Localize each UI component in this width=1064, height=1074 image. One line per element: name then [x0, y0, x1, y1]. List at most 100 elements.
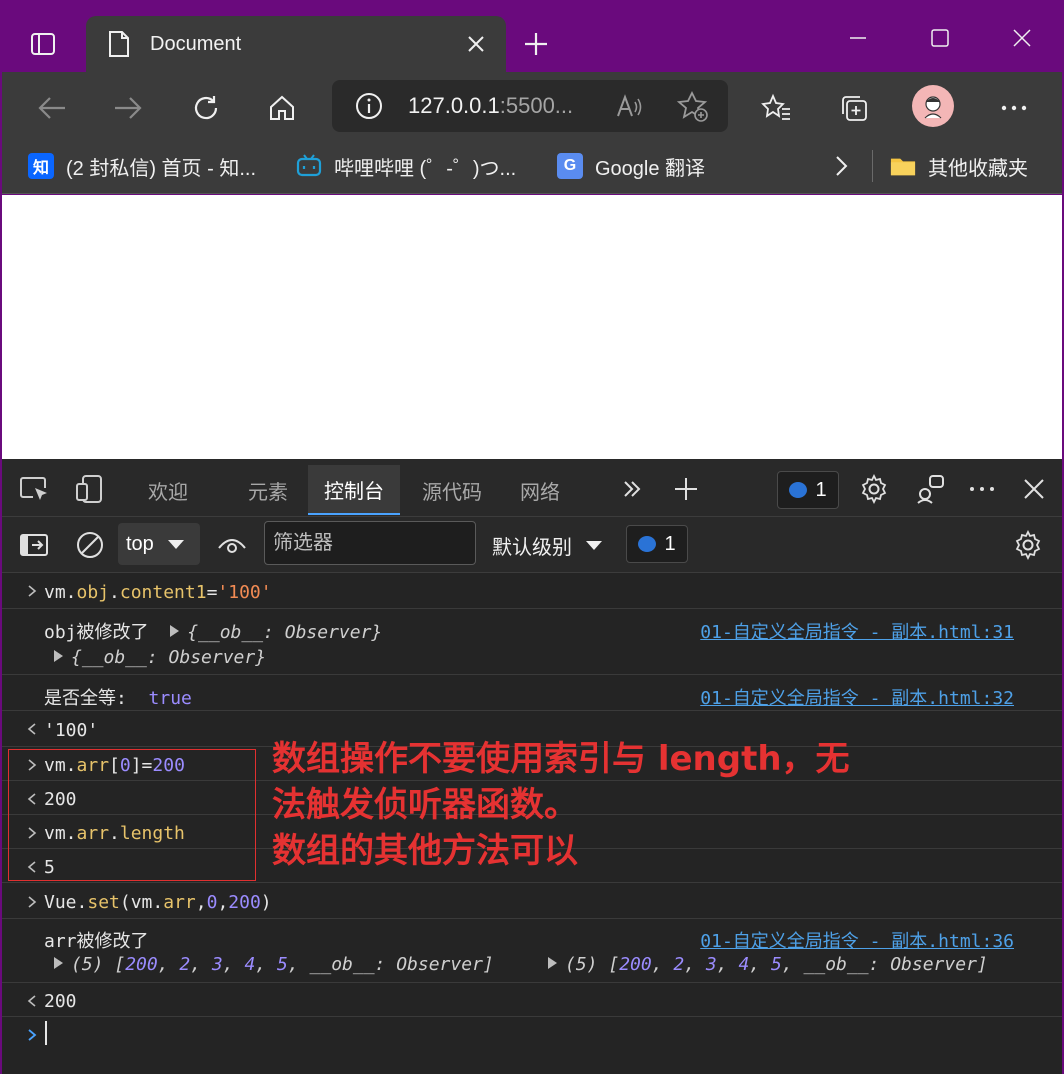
back-button[interactable]: [30, 86, 74, 130]
console-text-cursor: [45, 1021, 47, 1045]
url-host: 127.0.0.1: [408, 93, 500, 118]
maximize-button[interactable]: [910, 18, 970, 58]
add-tool-button[interactable]: [668, 471, 704, 507]
issues-badge-button[interactable]: 1: [777, 471, 839, 509]
context-selector[interactable]: top: [118, 523, 200, 565]
tab-elements[interactable]: 元素: [248, 465, 288, 515]
url-text: 127.0.0.1:5500...: [408, 93, 573, 119]
tab-title: Document: [150, 32, 242, 55]
favorites-button[interactable]: [754, 86, 798, 130]
log-level-selector[interactable]: 默认级别: [492, 525, 602, 565]
live-expression-button[interactable]: [214, 527, 250, 563]
array-preview[interactable]: (5) [200, 2, 3, 4, 5, __ob__: Observer]: [54, 954, 494, 975]
array-preview[interactable]: (5) [200, 2, 3, 4, 5, __ob__: Observer]: [548, 954, 988, 975]
console-log-row: 是否全等: true 01-自定义全局指令 - 副本.html:32: [2, 675, 1062, 711]
console-settings-button[interactable]: [1010, 527, 1046, 563]
minimize-button[interactable]: [828, 18, 888, 58]
favorite-item-google-translate[interactable]: G Google 翻译: [557, 150, 705, 182]
favorites-overflow-button[interactable]: [834, 150, 848, 182]
console-prompt-row[interactable]: [2, 1017, 1062, 1074]
gear-icon: [861, 474, 887, 504]
inspect-icon: [20, 477, 47, 500]
source-link[interactable]: 01-自定义全局指令 - 副本.html:36: [700, 927, 1014, 953]
minimize-icon: [850, 37, 866, 39]
chevron-right-icon: [836, 156, 848, 176]
source-link[interactable]: 01-自定义全局指令 - 副本.html:31: [700, 618, 1014, 644]
annotation-line: 法触发侦听器函数。: [272, 785, 578, 825]
issues-count: 1: [664, 532, 676, 555]
tab-label: 源代码: [422, 481, 482, 504]
more-horizontal-icon: [1001, 105, 1027, 111]
caret-down-icon: [167, 539, 184, 549]
forward-arrow-icon: [115, 97, 142, 119]
console-issues-badge[interactable]: 1: [626, 525, 688, 563]
issues-count: 1: [815, 478, 827, 501]
caret-down-icon: [586, 540, 602, 550]
console-filter-input[interactable]: [264, 521, 476, 565]
favorite-item-zhihu[interactable]: 知 (2 封私信) 首页 - 知...: [28, 150, 256, 182]
address-bar[interactable]: 127.0.0.1:5500...: [332, 80, 728, 132]
clear-console-button[interactable]: [72, 527, 108, 563]
console-input-row: Vue.set(vm.arr,0,200): [2, 883, 1062, 919]
sidebar-icon: [20, 534, 48, 556]
feedback-icon: [917, 475, 944, 504]
navigation-toolbar: 127.0.0.1:5500...: [2, 72, 1062, 140]
result-chevron-icon: [24, 991, 40, 1011]
clear-icon: [77, 532, 103, 558]
read-aloud-icon[interactable]: [614, 92, 644, 122]
toggle-sidebar-button[interactable]: [16, 527, 52, 563]
more-tabs-button[interactable]: [614, 471, 650, 507]
expand-triangle-icon[interactable]: [548, 957, 557, 969]
device-emulation-button[interactable]: [72, 471, 108, 507]
favorite-label: 哔哩哔哩 (゜-゜)つ...: [334, 157, 517, 180]
feedback-button[interactable]: [912, 471, 948, 507]
favorite-item-bilibili[interactable]: 哔哩哔哩 (゜-゜)つ...: [296, 150, 516, 182]
message-bubble-icon: [638, 536, 657, 552]
annotation-highlight-box: [8, 749, 256, 881]
tab-console[interactable]: 控制台: [308, 465, 400, 515]
tab-welcome[interactable]: 欢迎: [148, 465, 188, 515]
tab-actions-button[interactable]: [18, 24, 68, 64]
expand-triangle-icon[interactable]: [54, 650, 63, 662]
tab-label: 元素: [248, 481, 288, 504]
tab-label: 网络: [520, 481, 560, 504]
other-favorites-folder[interactable]: 其他收藏夹: [890, 150, 1028, 182]
plus-icon: [675, 478, 697, 500]
tab-network[interactable]: 网络: [520, 465, 560, 515]
browser-tab[interactable]: Document: [86, 16, 506, 72]
collections-button[interactable]: [832, 86, 876, 130]
window-close-button[interactable]: [992, 18, 1052, 58]
bilibili-icon: [296, 153, 322, 179]
tab-sources[interactable]: 源代码: [422, 465, 482, 515]
inspect-element-button[interactable]: [16, 471, 52, 507]
tab-label: 欢迎: [148, 481, 188, 504]
forward-button[interactable]: [106, 86, 150, 130]
customize-menu-button[interactable]: [964, 471, 1000, 507]
title-bar: Document: [2, 0, 1062, 72]
expand-triangle-icon[interactable]: [170, 625, 180, 637]
console-log-row: obj被修改了 {__ob__: Observer} 01-自定义全局指令 - …: [2, 609, 1062, 675]
home-button[interactable]: [260, 86, 304, 130]
expand-triangle-icon[interactable]: [54, 957, 63, 969]
source-link[interactable]: 01-自定义全局指令 - 副本.html:32: [700, 684, 1014, 710]
add-favorite-icon[interactable]: [676, 90, 710, 124]
other-favorites-label: 其他收藏夹: [928, 157, 1028, 180]
info-icon[interactable]: [354, 91, 384, 121]
browser-window: Document 127.0.0.1:5500... 知 (2 封私信) 首页 …: [2, 0, 1062, 1074]
gear-icon: [1015, 530, 1041, 560]
profile-avatar[interactable]: [912, 85, 954, 127]
refresh-button[interactable]: [184, 86, 228, 130]
console-log-row: arr被修改了 01-自定义全局指令 - 副本.html:36 (5) [200…: [2, 919, 1062, 983]
new-tab-button[interactable]: [516, 26, 556, 62]
more-horizontal-icon: [970, 487, 994, 491]
document-icon: [106, 29, 132, 59]
tab-label: 控制台: [324, 480, 384, 503]
settings-more-button[interactable]: [992, 86, 1036, 130]
console-result-row: 200: [2, 983, 1062, 1017]
annotation-line: 数组的其他方法可以: [272, 831, 578, 871]
console-log-expanded[interactable]: {__ob__: Observer}: [54, 647, 266, 668]
tab-close-button[interactable]: [456, 24, 496, 64]
console-log-text: arr被修改了: [44, 931, 149, 952]
devtools-settings-button[interactable]: [856, 471, 892, 507]
close-devtools-button[interactable]: [1016, 471, 1052, 507]
